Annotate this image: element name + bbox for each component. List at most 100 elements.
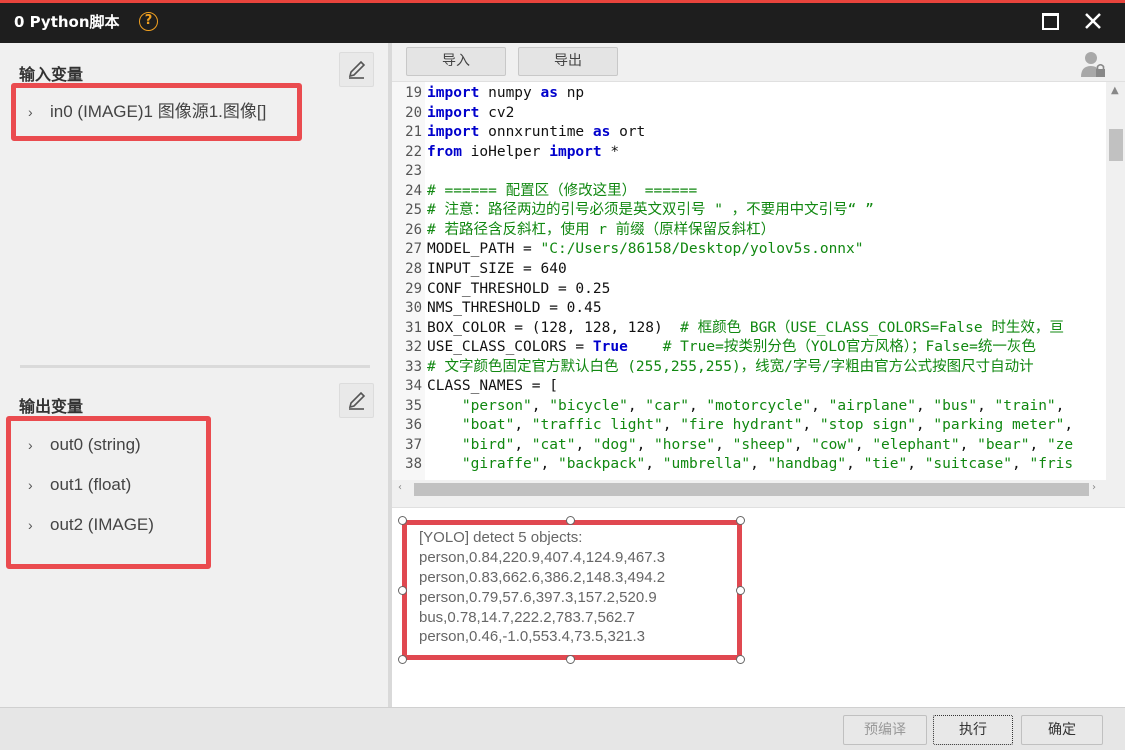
code-line: 27 MODEL_PATH = "C:/Users/86158/Desktop/y… bbox=[392, 240, 864, 260]
output-variable-label: out0 (string) bbox=[50, 435, 141, 454]
code-token: , bbox=[1055, 397, 1065, 414]
title-bar: 0 Python脚本 ? bbox=[0, 0, 1125, 43]
output-variable-item[interactable]: › out1 (float) bbox=[28, 475, 131, 501]
code-token: , bbox=[662, 417, 681, 434]
edit-inputs-button[interactable] bbox=[339, 52, 374, 87]
output-variables-title: 输出变量 bbox=[19, 397, 84, 416]
code-token: , bbox=[915, 397, 934, 414]
code-line: 19 import numpy as np bbox=[392, 84, 584, 104]
code-token: USE_CLASS_COLORS = bbox=[427, 339, 593, 356]
horizontal-scroll-thumb[interactable] bbox=[414, 483, 1089, 496]
code-token: "C:/Users/86158/Desktop/yolov5s.onnx" bbox=[540, 241, 864, 258]
code-token: np bbox=[557, 85, 585, 101]
code-token: , bbox=[1029, 436, 1047, 453]
import-button[interactable]: 导入 bbox=[406, 47, 506, 76]
line-number: 38 bbox=[405, 456, 422, 473]
code-token: , bbox=[854, 436, 873, 453]
code-token: "horse" bbox=[654, 436, 716, 453]
input-variables-title: 输入变量 bbox=[19, 65, 84, 84]
scroll-up-icon[interactable]: ▲ bbox=[1111, 85, 1119, 96]
user-lock-icon[interactable] bbox=[1080, 50, 1106, 78]
vertical-scroll-thumb[interactable] bbox=[1109, 129, 1123, 161]
output-variable-item[interactable]: › out0 (string) bbox=[28, 435, 141, 461]
code-line: 20 import cv2 bbox=[392, 104, 514, 124]
dialog-footer: 预编译 执行 确定 bbox=[0, 707, 1125, 750]
resize-handle[interactable] bbox=[398, 586, 407, 595]
code-token: * bbox=[601, 143, 620, 160]
resize-handle[interactable] bbox=[566, 516, 575, 525]
code-token: "bicycle" bbox=[549, 397, 628, 414]
code-line: 35 "person", "bicycle", "car", "motorcyc… bbox=[392, 397, 1064, 417]
scroll-left-icon[interactable]: ‹ bbox=[398, 482, 402, 493]
line-number: 32 bbox=[405, 339, 422, 356]
code-token: as bbox=[540, 85, 558, 101]
line-number: 28 bbox=[405, 260, 422, 277]
maximize-icon[interactable] bbox=[1042, 13, 1059, 30]
resize-handle[interactable] bbox=[398, 655, 407, 664]
code-line: 30 NMS_THRESHOLD = 0.45 bbox=[392, 299, 601, 319]
code-token: , bbox=[575, 436, 593, 453]
code-token: , bbox=[793, 436, 812, 453]
resize-handle[interactable] bbox=[398, 516, 407, 525]
help-icon[interactable]: ? bbox=[139, 12, 158, 31]
code-token: "fris bbox=[1029, 456, 1074, 473]
code-line: 28 INPUT_SIZE = 640 bbox=[392, 260, 567, 280]
scroll-right-icon[interactable]: › bbox=[1092, 482, 1096, 493]
edit-outputs-button[interactable] bbox=[339, 383, 374, 418]
line-number: 25 bbox=[405, 202, 422, 219]
chevron-right-icon: › bbox=[28, 477, 33, 493]
pencil-icon bbox=[348, 391, 366, 410]
code-token: "train" bbox=[994, 397, 1056, 414]
line-number: 33 bbox=[405, 358, 422, 375]
code-token: , bbox=[977, 397, 995, 414]
code-token: "backpack" bbox=[557, 456, 646, 473]
code-token: "fire hydrant" bbox=[680, 417, 803, 434]
python-script-dialog: 0 Python脚本 ? 输入变量 › in0 (IMAGE)1 图像源1.图像[… bbox=[0, 0, 1125, 750]
input-variable-item[interactable]: › in0 (IMAGE)1 图像源1.图像[] bbox=[28, 97, 266, 123]
code-token: "person" bbox=[461, 397, 532, 414]
code-token: MODEL_PATH = bbox=[427, 241, 541, 258]
code-line: 26 # 若路径含反斜杠，使用 r 前缀（原样保留反斜杠） bbox=[392, 221, 775, 241]
export-button[interactable]: 导出 bbox=[518, 47, 618, 76]
run-button[interactable]: 执行 bbox=[933, 715, 1013, 745]
editor-toolbar: 导入 导出 bbox=[392, 43, 1125, 81]
code-token: "dog" bbox=[592, 436, 637, 453]
code-token: "elephant" bbox=[872, 436, 960, 453]
line-number: 29 bbox=[405, 280, 422, 297]
output-line: person,0.79,57.6,397.3,157.2,520.9 bbox=[419, 589, 657, 606]
line-number: 36 bbox=[405, 417, 422, 434]
code-token: INPUT_SIZE = 640 bbox=[427, 260, 567, 277]
code-token: ort bbox=[610, 124, 646, 141]
resize-handle[interactable] bbox=[566, 655, 575, 664]
title-accent-line bbox=[0, 0, 1125, 3]
code-token: , bbox=[907, 456, 925, 473]
code-editor[interactable]: 19 import numpy as np 20 import cv2 21 import… bbox=[392, 81, 1125, 497]
code-token: numpy bbox=[479, 85, 541, 101]
code-token: CLASS_NAMES = [ bbox=[427, 378, 558, 395]
code-token: BOX_COLOR = (128, 128, 128) bbox=[427, 319, 681, 336]
code-line: 21 import onnxruntime as ort bbox=[392, 123, 645, 143]
line-number: 27 bbox=[405, 241, 422, 258]
editor-output-splitter[interactable] bbox=[392, 497, 1125, 507]
horizontal-scrollbar[interactable]: ‹ › bbox=[392, 480, 1125, 497]
input-variable-label: in0 (IMAGE)1 图像源1.图像[] bbox=[50, 102, 267, 121]
code-token: as bbox=[592, 124, 611, 141]
resize-handle[interactable] bbox=[736, 586, 745, 595]
code-token: , bbox=[540, 456, 558, 473]
resize-handle[interactable] bbox=[736, 655, 745, 664]
output-variable-item[interactable]: › out2 (IMAGE) bbox=[28, 515, 154, 541]
code-token: , bbox=[802, 417, 820, 434]
close-icon[interactable] bbox=[1080, 8, 1106, 34]
code-token: "handbag" bbox=[767, 456, 847, 473]
code-token: # 文字颜色固定官方默认白色 (255,255,255)，线宽/字号/字粗由官方… bbox=[427, 358, 1034, 375]
resize-handle[interactable] bbox=[736, 516, 745, 525]
code-token: "suitcase" bbox=[924, 456, 1013, 473]
precompile-button[interactable]: 预编译 bbox=[843, 715, 927, 745]
ok-button[interactable]: 确定 bbox=[1021, 715, 1103, 745]
output-line: bus,0.78,14.7,222.2,783.7,562.7 bbox=[419, 609, 636, 626]
vertical-scrollbar[interactable]: ▲ bbox=[1106, 82, 1125, 480]
output-variable-label: out2 (IMAGE) bbox=[50, 515, 154, 534]
line-number: 21 bbox=[405, 124, 422, 141]
